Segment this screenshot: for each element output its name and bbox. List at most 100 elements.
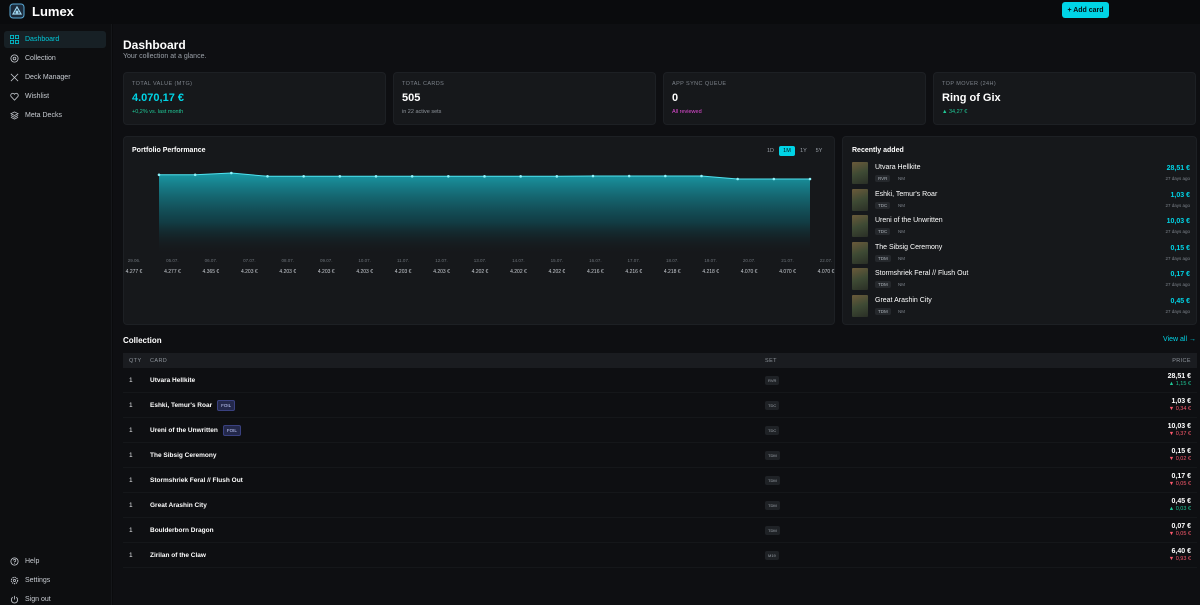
row-price: 0,15 € ▼ 0,02 € (1105, 448, 1197, 462)
chart-point[interactable] (519, 175, 522, 178)
chart-point[interactable] (266, 174, 269, 178)
chart-point[interactable] (736, 177, 739, 181)
table-header: QTY CARD SET PRICE (123, 353, 1197, 368)
table-row[interactable]: 1 Utvara Hellkite RVR 28,51 € ▲ 1,15 € (123, 368, 1197, 393)
value-label: 4.203 € (241, 269, 258, 275)
col-price[interactable]: PRICE (1105, 358, 1197, 364)
card-name: Ureni of the Unwritten (150, 426, 218, 434)
row-set: TDM (765, 525, 1105, 535)
value-label: 4.070 € (818, 269, 835, 275)
x-tick-label: 09.07. (320, 258, 333, 263)
value-label: 4.277 € (164, 269, 181, 275)
chart-point[interactable] (193, 173, 197, 177)
sidebar-item-wishlist[interactable]: Wishlist (4, 88, 106, 105)
table-row[interactable]: 1 Boulderborn Dragon TDM 0,07 € ▼ 0,05 € (123, 518, 1197, 543)
chart-point[interactable] (627, 174, 631, 178)
value-label: 4.216 € (625, 269, 642, 275)
x-tick-label: 21.07. (781, 258, 794, 263)
row-price: 0,45 € ▲ 0,03 € (1105, 498, 1197, 512)
row-qty: 1 (129, 476, 133, 484)
recent-item[interactable]: Ureni of the Unwritten TDC NM 10,03 € 27… (852, 215, 1190, 239)
chart-point[interactable] (447, 174, 450, 178)
kpi-value: 505 (402, 92, 421, 104)
price-delta: ▼ 0,37 € (1168, 431, 1191, 437)
row-qty: 1 (129, 501, 133, 509)
add-card-button[interactable]: + Add card (1062, 2, 1109, 18)
card-thumbnail (852, 162, 868, 184)
value-label: 4.202 € (510, 269, 527, 275)
set-badge: TDM (765, 450, 780, 460)
sidebar-item-settings[interactable]: Settings (4, 571, 106, 589)
price-delta: ▼ 0,05 € (1168, 481, 1191, 487)
table-row[interactable]: 1 Ureni of the Unwritten FOIL TDC 10,03 € ▼ 0… (123, 418, 1197, 443)
recent-item[interactable]: Utvara Hellkite RVR NM 28,51 € 27 days a… (852, 162, 1190, 186)
chart-point[interactable] (338, 174, 342, 178)
recent-item[interactable]: Eshki, Temur's Roar TDC NM 1,03 € 27 day… (852, 189, 1190, 213)
col-set[interactable]: SET (765, 358, 1105, 364)
recent-date: 27 days ago (1165, 176, 1190, 181)
table-row[interactable]: 1 Stormshriek Feral // Flush Out TDM 0,17 €… (123, 468, 1197, 493)
set-badge: TDM (875, 255, 891, 262)
recent-item[interactable]: Stormshriek Feral // Flush Out TDM NM 0,… (852, 268, 1190, 292)
x-tick-label: 22.07. (820, 258, 833, 263)
row-price: 0,07 € ▼ 0,05 € (1105, 523, 1197, 537)
chart-point[interactable] (230, 171, 233, 175)
value-label: 4.202 € (549, 269, 566, 275)
set-badge: TDC (765, 425, 780, 435)
heart-icon (10, 92, 19, 101)
chart-point[interactable] (374, 174, 378, 178)
recent-card-name: Ureni of the Unwritten (875, 217, 943, 224)
recent-item[interactable]: Great Arashin City TDM NM 0,45 € 27 days… (852, 295, 1190, 319)
chart-point[interactable] (808, 177, 812, 181)
row-price: 28,51 € ▲ 1,15 € (1105, 373, 1197, 387)
chart-point[interactable] (555, 175, 559, 178)
table-row[interactable]: 1 Great Arashin City TDM 0,45 € ▲ 0,03 € (123, 493, 1197, 518)
price-delta: ▲ 0,03 € (1168, 506, 1191, 512)
sidebar-item-help[interactable]: Help (4, 552, 106, 570)
x-tick-label: 14.07. (512, 258, 525, 263)
set-badge: TDC (875, 202, 891, 209)
sidebar-item-sign-out[interactable]: Sign out (4, 590, 106, 605)
row-card: Zirilan of the Claw (150, 552, 765, 559)
row-qty: 1 (129, 401, 133, 409)
recent-date: 27 days ago (1165, 203, 1190, 208)
sidebar-item-label: Settings (25, 576, 51, 584)
sidebar-item-deck-manager[interactable]: Deck Manager (4, 69, 106, 86)
table-row[interactable]: 1 Eshki, Temur's Roar FOIL TDC 1,03 € ▼ 0,34 … (123, 393, 1197, 418)
sidebar-item-meta-decks[interactable]: Meta Decks (4, 107, 106, 124)
row-set: TDC (765, 425, 1105, 435)
row-price: 6,40 € ▼ 0,93 € (1105, 548, 1197, 562)
col-qty[interactable]: QTY (123, 358, 150, 364)
chart-point[interactable] (591, 174, 595, 178)
recent-item[interactable]: The Sibsig Ceremony TDM NM 0,15 € 27 day… (852, 242, 1190, 266)
chart-point[interactable] (157, 173, 161, 177)
collection-title: Collection (123, 336, 162, 345)
sidebar-item-dashboard[interactable]: Dashboard (4, 31, 106, 48)
recent-card-name: Stormshriek Feral // Flush Out (875, 270, 969, 277)
sidebar-item-label: Collection (25, 55, 56, 62)
main-content: Dashboard Your collection at a glance. T… (113, 24, 1200, 605)
view-all-link[interactable]: View all → (1163, 336, 1196, 343)
card-name: Great Arashin City (150, 501, 207, 509)
row-set: TDM (765, 475, 1105, 485)
x-tick-label: 07.07. (243, 258, 256, 263)
kpi-label: TOTAL VALUE (MTG) (132, 81, 193, 87)
chart-point[interactable] (410, 174, 414, 178)
x-tick-label: 16.07. (589, 258, 602, 263)
chart-point[interactable] (483, 175, 486, 178)
chart-point[interactable] (700, 174, 703, 178)
chart-point[interactable] (772, 177, 776, 181)
brand[interactable]: Lumex (9, 3, 74, 19)
table-row[interactable]: 1 Zirilan of the Claw M19 6,40 € ▼ 0,93 € (123, 543, 1197, 568)
kpi-total-cards: TOTAL CARDS 505 in 22 active sets (393, 72, 656, 125)
chart-area (159, 173, 810, 255)
value-label: 4.070 € (741, 269, 758, 275)
table-row[interactable]: 1 The Sibsig Ceremony TDM 0,15 € ▼ 0,02 € (123, 443, 1197, 468)
chart-point[interactable] (664, 174, 667, 178)
set-badge: RVR (765, 375, 780, 385)
x-tick-label: 10.07. (358, 258, 371, 263)
kpi-value: 4.070,17 € (132, 92, 184, 104)
chart-point[interactable] (302, 174, 305, 178)
col-card[interactable]: CARD (150, 358, 765, 364)
sidebar-item-collection[interactable]: Collection (4, 50, 106, 67)
